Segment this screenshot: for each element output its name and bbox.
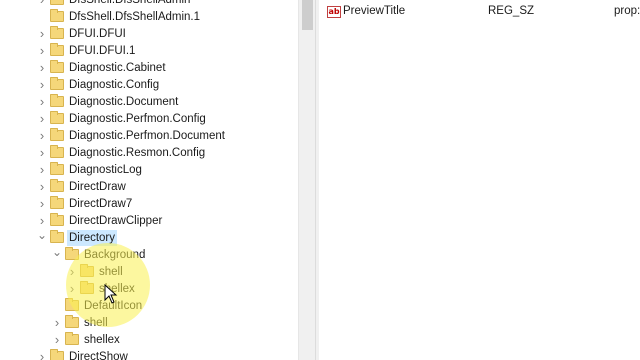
expand-chevron-icon[interactable]: › [37, 127, 47, 144]
expand-chevron-icon[interactable]: › [37, 110, 47, 127]
tree-item[interactable]: DefaultIcon [0, 297, 298, 314]
no-chevron [37, 8, 47, 25]
tree-item[interactable]: › Diagnostic.Perfmon.Config [0, 110, 298, 127]
tree-item[interactable]: › Diagnostic.Resmon.Config [0, 144, 298, 161]
tree-item[interactable]: ›shell [0, 314, 298, 331]
folder-icon [50, 128, 64, 141]
collapse-chevron-icon[interactable]: ⌄ [52, 244, 62, 261]
folder-icon [50, 60, 64, 73]
expand-chevron-icon[interactable]: › [37, 42, 47, 59]
tree-item[interactable]: › Diagnostic.Config [0, 76, 298, 93]
folder-icon [50, 196, 64, 209]
folder-icon [50, 111, 64, 124]
tree-item-label: Diagnostic.Config [69, 78, 160, 91]
tree-item[interactable]: › DfsShell.DfsShellAdmin [0, 0, 298, 8]
tree-item[interactable]: › DirectDraw [0, 178, 298, 195]
tree-item[interactable]: › shellex [0, 331, 298, 348]
expand-chevron-icon[interactable]: › [37, 0, 47, 8]
tree-item-label: DirectShow [69, 350, 128, 360]
expand-chevron-icon[interactable]: › [37, 161, 47, 178]
tree-item-label: Diagnostic.Resmon.Config [69, 146, 206, 159]
tree-item[interactable]: › Diagnostic.Cabinet [0, 59, 298, 76]
tree-item[interactable]: › Diagnostic.Document [0, 93, 298, 110]
tree-item-label: shellex [84, 333, 120, 346]
value-name: PreviewTitle [343, 5, 406, 17]
tree-item[interactable]: › DirectDraw7 [0, 195, 298, 212]
tree-item[interactable]: ⌄Background [0, 244, 298, 263]
folder-icon [50, 179, 64, 192]
tree-item-label: DfsShell.DfsShellAdmin [67, 0, 192, 8]
expand-chevron-icon[interactable]: › [37, 144, 47, 161]
tree-vertical-scrollbar[interactable] [298, 0, 315, 360]
mouse-pointer-icon [104, 284, 118, 304]
folder-icon [50, 162, 64, 175]
folder-icon [50, 43, 64, 56]
value-data: prop:Sy [614, 5, 640, 17]
folder-icon [50, 94, 64, 107]
expand-chevron-icon[interactable]: › [37, 178, 47, 195]
tree-item-label: DirectDraw7 [69, 197, 133, 210]
expand-chevron-icon[interactable]: › [37, 195, 47, 212]
tree-item-label: DFUI.DFUI [69, 27, 126, 40]
value-row[interactable]: ab PreviewTitle REG_SZ prop:Sy [319, 4, 640, 21]
tree-item-label: DiagnosticLog [69, 163, 142, 176]
folder-icon [50, 0, 64, 5]
tree-item[interactable]: › Diagnostic.Perfmon.Document [0, 127, 298, 144]
tree-item-label: Diagnostic.Perfmon.Document [69, 129, 225, 142]
tree-item[interactable]: DfsShell.DfsShellAdmin.1 [0, 8, 298, 25]
tree-item[interactable]: › DFUI.DFUI [0, 25, 298, 42]
registry-values-pane: ab PreviewTitle REG_SZ prop:Sy [319, 0, 640, 360]
string-value-icon: ab [327, 6, 341, 18]
tree-item-label: DfsShell.DfsShellAdmin.1 [69, 10, 201, 23]
expand-chevron-icon[interactable]: › [37, 93, 47, 110]
tree-item[interactable]: › DFUI.DFUI.1 [0, 42, 298, 59]
tree-item-label: DFUI.DFUI.1 [69, 44, 136, 57]
tree-item-label: DirectDrawClipper [69, 214, 163, 227]
value-type: REG_SZ [488, 5, 535, 17]
expand-chevron-icon[interactable]: › [52, 314, 62, 331]
expand-chevron-icon[interactable]: › [37, 76, 47, 93]
folder-icon [65, 332, 79, 345]
folder-icon [50, 213, 64, 226]
folder-icon [50, 9, 64, 22]
folder-icon [65, 315, 79, 328]
tree-item-label: DirectDraw [69, 180, 126, 193]
folder-icon [50, 77, 64, 90]
tree-item[interactable]: › DirectShow [0, 348, 298, 360]
tree-item[interactable]: › DiagnosticLog [0, 161, 298, 178]
expand-chevron-icon[interactable]: › [37, 348, 47, 360]
tree-item-label: Diagnostic.Cabinet [69, 61, 166, 74]
folder-icon [50, 349, 64, 360]
folder-icon [50, 230, 64, 243]
folder-icon [50, 26, 64, 39]
tree-item-label: Diagnostic.Perfmon.Config [69, 112, 206, 125]
no-chevron [52, 297, 62, 314]
scrollbar-thumb[interactable] [302, 0, 313, 30]
registry-key-tree[interactable]: › DfsShell.DfsShellAdmin DfsShell.DfsShell… [0, 0, 298, 360]
tree-item-label: Diagnostic.Document [69, 95, 179, 108]
expand-chevron-icon[interactable]: › [37, 25, 47, 42]
expand-chevron-icon[interactable]: › [37, 59, 47, 76]
expand-chevron-icon[interactable]: › [52, 331, 62, 348]
folder-icon [50, 145, 64, 158]
collapse-chevron-icon[interactable]: ⌄ [37, 227, 47, 244]
tree-item[interactable]: ⌄ Directory [0, 227, 298, 246]
